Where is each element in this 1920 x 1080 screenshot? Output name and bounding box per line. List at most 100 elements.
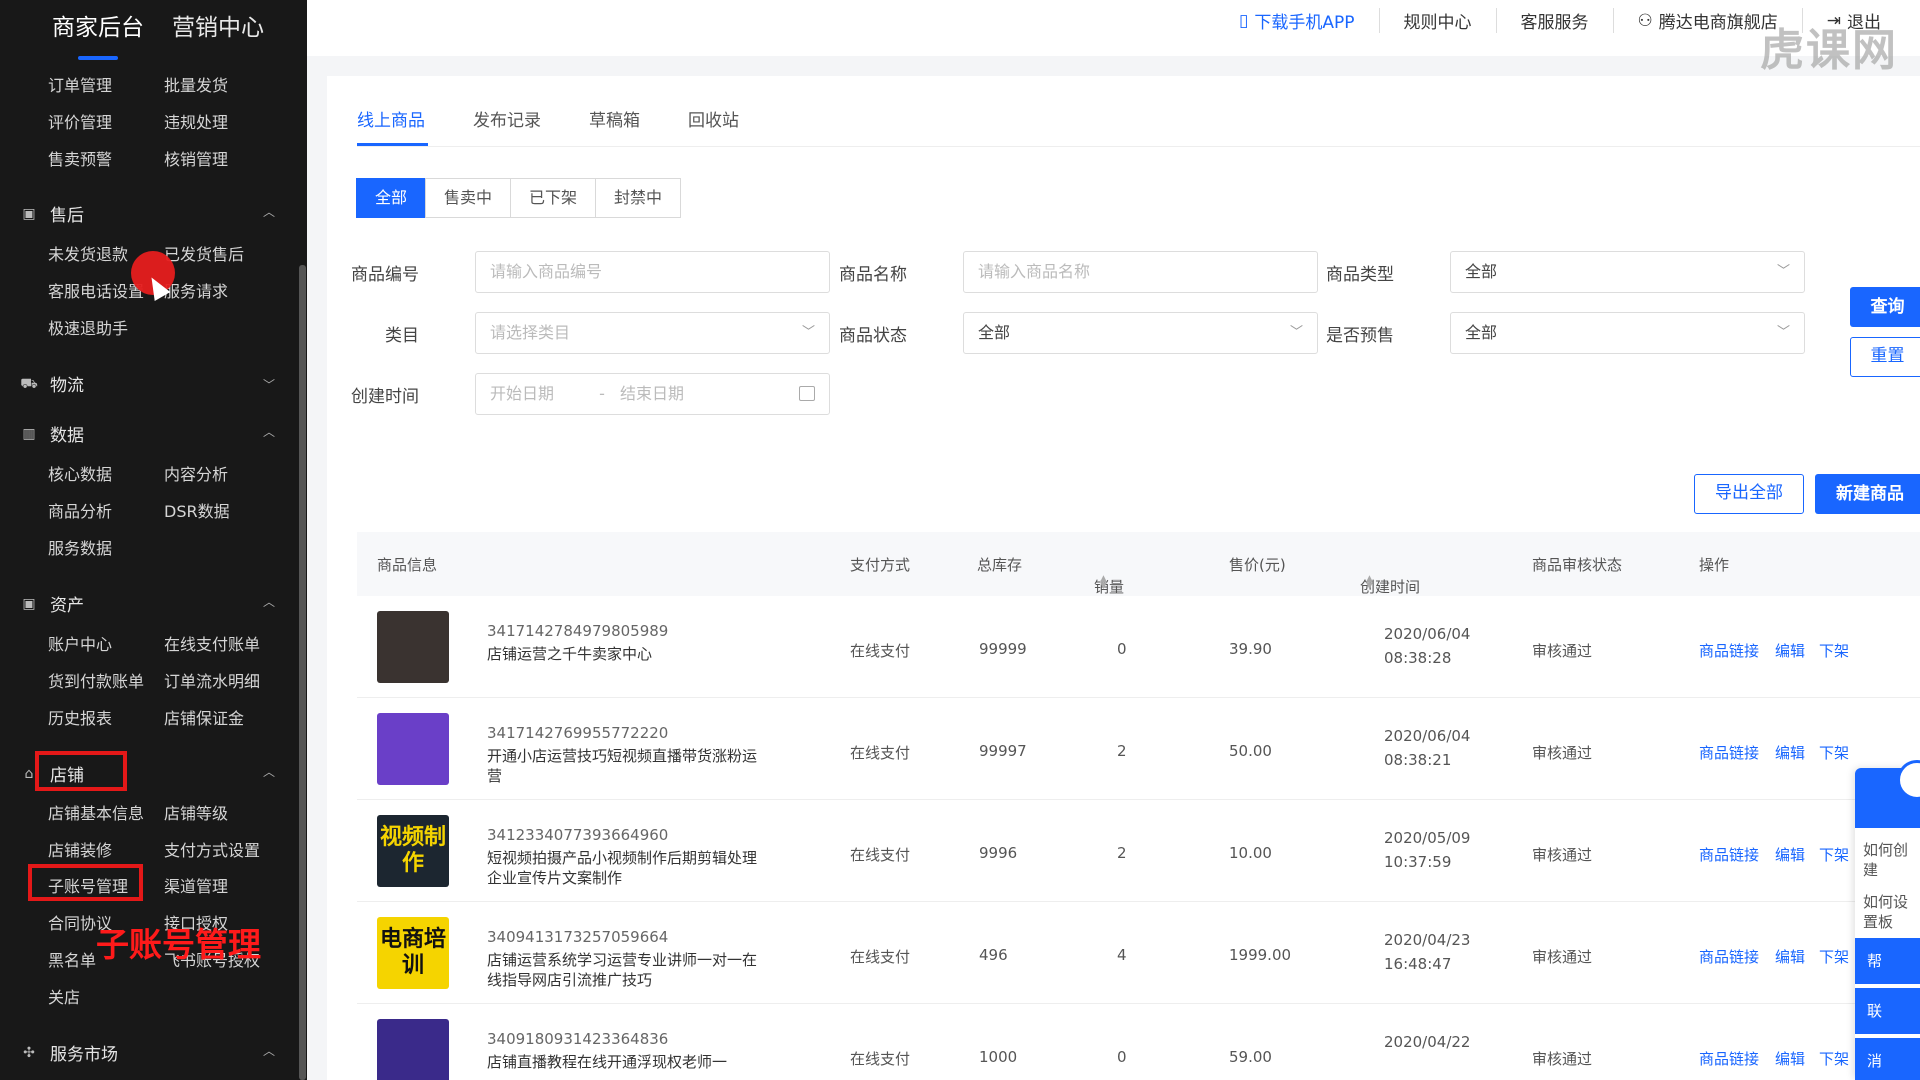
tab-online-products[interactable]: 线上商品 — [357, 106, 425, 131]
rules-center-link[interactable]: 规则中心 — [1380, 8, 1497, 33]
chevron-up-icon[interactable]: ︿ — [263, 203, 275, 220]
help-button[interactable]: 帮 — [1855, 938, 1920, 984]
product-type-select[interactable]: 全部 ﹀ — [1450, 251, 1805, 293]
edit-action[interactable]: 编辑 — [1775, 742, 1805, 763]
customer-service-link[interactable]: 客服服务 — [1497, 8, 1614, 33]
delist-action[interactable]: 下架 — [1819, 946, 1849, 967]
sidebar-item-store-info[interactable]: 店铺基本信息 — [48, 800, 144, 824]
help-widget[interactable]: 如何创建 如何设置板 帮 联 消 — [1855, 760, 1920, 1080]
select-value: 全部 — [1465, 262, 1498, 281]
tab-merchant-backend[interactable]: 商家后台 — [52, 8, 144, 42]
product-link-action[interactable]: 商品链接 — [1699, 844, 1759, 865]
col-product-info: 商品信息 — [377, 556, 438, 574]
payment-method: 在线支付 — [850, 642, 911, 660]
sidebar-item-content-analysis[interactable]: 内容分析 — [164, 461, 228, 485]
sidebar-item-store-decoration[interactable]: 店铺装修 — [48, 837, 112, 861]
download-app-link[interactable]: ▯ 下载手机APP — [1215, 8, 1380, 33]
sidebar-item-service-data[interactable]: 服务数据 — [48, 535, 112, 559]
help-question[interactable]: 如何设置板 — [1855, 880, 1920, 932]
delist-action[interactable]: 下架 — [1819, 742, 1849, 763]
tab-recycle-bin[interactable]: 回收站 — [688, 106, 739, 131]
sidebar-item-core-data[interactable]: 核心数据 — [48, 461, 112, 485]
sidebar-item-dsr-data[interactable]: DSR数据 — [164, 498, 230, 522]
query-button[interactable]: 查询 — [1850, 287, 1920, 327]
sidebar-item-unshipped-refund[interactable]: 未发货退款 — [48, 241, 128, 265]
edit-action[interactable]: 编辑 — [1775, 640, 1805, 661]
product-id-input[interactable]: 请输入商品编号 — [475, 251, 830, 293]
sidebar-item-cod-bill[interactable]: 货到付款账单 — [48, 668, 144, 692]
sidebar-item-orders[interactable]: 订单管理 — [48, 72, 112, 96]
sidebar-item-store-level[interactable]: 店铺等级 — [164, 800, 228, 824]
product-status-select[interactable]: 全部 ﹀ — [963, 312, 1318, 354]
chevron-up-icon[interactable]: ︿ — [263, 423, 275, 440]
sort-icon[interactable]: ▲ ▼ — [1100, 575, 1107, 591]
sidebar-item-close-store[interactable]: 关店 — [48, 984, 80, 1008]
sidebar-item-order-flow[interactable]: 订单流水明细 — [164, 668, 260, 692]
start-date[interactable]: 开始日期 — [490, 384, 554, 403]
end-date[interactable]: 结束日期 — [620, 384, 684, 403]
sidebar-section-assets[interactable]: ▣ 资产 — [20, 591, 84, 617]
delist-action[interactable]: 下架 — [1819, 844, 1849, 865]
product-name: 店铺直播教程在线开通浮现权老师一 — [487, 1053, 728, 1071]
chevron-up-icon[interactable]: ︿ — [263, 1042, 275, 1059]
sidebar-item-online-bill[interactable]: 在线支付账单 — [164, 631, 260, 655]
help-question[interactable]: 如何创建 — [1855, 828, 1920, 880]
sidebar-item-product-analysis[interactable]: 商品分析 — [48, 498, 112, 522]
sidebar-item-deposit[interactable]: 店铺保证金 — [164, 705, 244, 729]
sort-icon[interactable]: ▲ ▼ — [1366, 575, 1373, 591]
chevron-up-icon[interactable]: ︿ — [263, 763, 275, 780]
product-name-input[interactable]: 请输入商品名称 — [963, 251, 1318, 293]
chevron-up-icon[interactable]: ︿ — [263, 593, 275, 610]
sidebar-item-cs-phone[interactable]: 客服电话设置 — [48, 278, 144, 302]
sidebar-item-history-report[interactable]: 历史报表 — [48, 705, 112, 729]
sidebar-item-verification[interactable]: 核销管理 — [164, 146, 228, 170]
status-all[interactable]: 全部 — [356, 178, 427, 218]
date-range-picker[interactable]: 开始日期 - 结束日期 — [475, 373, 830, 415]
delist-action[interactable]: 下架 — [1819, 1048, 1849, 1069]
product-link-action[interactable]: 商品链接 — [1699, 640, 1759, 661]
sidebar-section-logistics[interactable]: ⛟ 物流 — [20, 371, 84, 397]
product-link-action[interactable]: 商品链接 — [1699, 946, 1759, 967]
sidebar-item-channels[interactable]: 渠道管理 — [164, 873, 228, 897]
sidebar-item-batch-ship[interactable]: 批量发货 — [164, 72, 228, 96]
sidebar-section-after-sales[interactable]: ▣ 售后 — [20, 201, 84, 227]
product-thumbnail[interactable] — [377, 611, 449, 683]
contact-button[interactable]: 联 — [1855, 988, 1920, 1034]
product-thumbnail[interactable]: 视频制作 — [377, 815, 449, 887]
chevron-down-icon[interactable]: ﹀ — [263, 376, 275, 393]
delist-action[interactable]: 下架 — [1819, 640, 1849, 661]
tab-marketing-center[interactable]: 营销中心 — [172, 8, 264, 42]
product-thumbnail[interactable] — [377, 1019, 449, 1080]
product-link-action[interactable]: 商品链接 — [1699, 1048, 1759, 1069]
sidebar-item-payment-settings[interactable]: 支付方式设置 — [164, 837, 260, 861]
presale-select[interactable]: 全部 ﹀ — [1450, 312, 1805, 354]
sidebar-item-violations[interactable]: 违规处理 — [164, 109, 228, 133]
sidebar-section-service-market[interactable]: ✣ 服务市场 — [20, 1040, 118, 1066]
sidebar-item-service-request[interactable]: 服务请求 — [164, 278, 228, 302]
status-off-shelf[interactable]: 已下架 — [510, 178, 597, 218]
status-on-sale[interactable]: 售卖中 — [425, 178, 512, 218]
export-all-button[interactable]: 导出全部 — [1694, 474, 1804, 514]
product-thumbnail[interactable]: 电商培训 — [377, 917, 449, 989]
sidebar-item-fast-refund[interactable]: 极速退助手 — [48, 315, 128, 339]
product-thumbnail[interactable] — [377, 713, 449, 785]
new-product-button[interactable]: 新建商品 — [1815, 474, 1920, 514]
edit-action[interactable]: 编辑 — [1775, 1048, 1805, 1069]
reset-button[interactable]: 重置 — [1850, 337, 1920, 377]
sidebar-scrollbar[interactable] — [299, 265, 306, 1080]
edit-action[interactable]: 编辑 — [1775, 844, 1805, 865]
tab-publish-records[interactable]: 发布记录 — [473, 106, 541, 131]
category-select[interactable]: 请选择类目 ﹀ — [475, 312, 830, 354]
status-banned[interactable]: 封禁中 — [595, 178, 682, 218]
tab-drafts[interactable]: 草稿箱 — [589, 106, 640, 131]
sub-account-highlight-box — [28, 864, 143, 901]
sidebar-item-reviews[interactable]: 评价管理 — [48, 109, 112, 133]
sidebar-item-blacklist[interactable]: 黑名单 — [48, 947, 96, 971]
product-link-action[interactable]: 商品链接 — [1699, 742, 1759, 763]
sidebar-item-account-center[interactable]: 账户中心 — [48, 631, 112, 655]
edit-action[interactable]: 编辑 — [1775, 946, 1805, 967]
sidebar-section-data[interactable]: ▥ 数据 — [20, 421, 84, 447]
message-button[interactable]: 消 — [1855, 1038, 1920, 1080]
sidebar-item-shipped-aftersales[interactable]: 已发货售后 — [164, 241, 244, 265]
sidebar-item-sale-alert[interactable]: 售卖预警 — [48, 146, 112, 170]
